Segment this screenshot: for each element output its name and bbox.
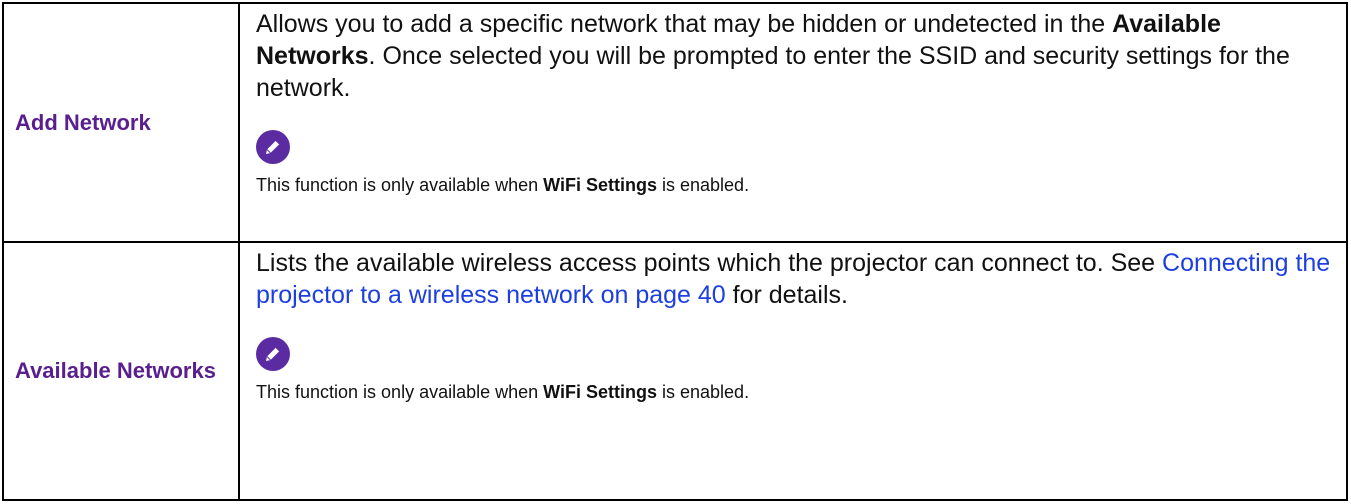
term-cell: Available Networks: [2, 241, 240, 501]
settings-table: Add Network Allows you to add a specific…: [2, 2, 1348, 501]
pencil-note-icon: [256, 130, 290, 164]
term-available-networks: Available Networks: [15, 358, 216, 383]
table-row-available-networks: Available Networks Lists the available w…: [2, 241, 1348, 501]
note-text: This function is only available when WiF…: [256, 173, 1338, 197]
description-add-network: Allows you to add a specific network tha…: [256, 8, 1338, 104]
note-bold-term: WiFi Settings: [543, 382, 657, 402]
description-text: . Once selected you will be prompted to …: [256, 42, 1290, 102]
note-text: This function is only available when WiF…: [256, 380, 1338, 404]
description-cell: Allows you to add a specific network tha…: [238, 2, 1348, 243]
note-text-end: is enabled.: [657, 382, 750, 402]
note-text-end: is enabled.: [657, 175, 750, 195]
table-row-add-network: Add Network Allows you to add a specific…: [2, 2, 1348, 243]
term-cell: Add Network: [2, 2, 240, 243]
pencil-note-icon: [256, 337, 290, 371]
description-text: for details.: [725, 281, 848, 309]
description-text: Allows you to add a specific network tha…: [256, 10, 1113, 38]
note-bold-term: WiFi Settings: [543, 175, 657, 195]
note-text-start: This function is only available when: [256, 382, 544, 402]
description-text: Lists the available wireless access poin…: [256, 249, 1163, 277]
term-add-network: Add Network: [15, 109, 151, 135]
description-cell: Lists the available wireless access poin…: [238, 241, 1348, 501]
description-available-networks: Lists the available wireless access poin…: [256, 247, 1338, 311]
note-text-start: This function is only available when: [256, 175, 544, 195]
